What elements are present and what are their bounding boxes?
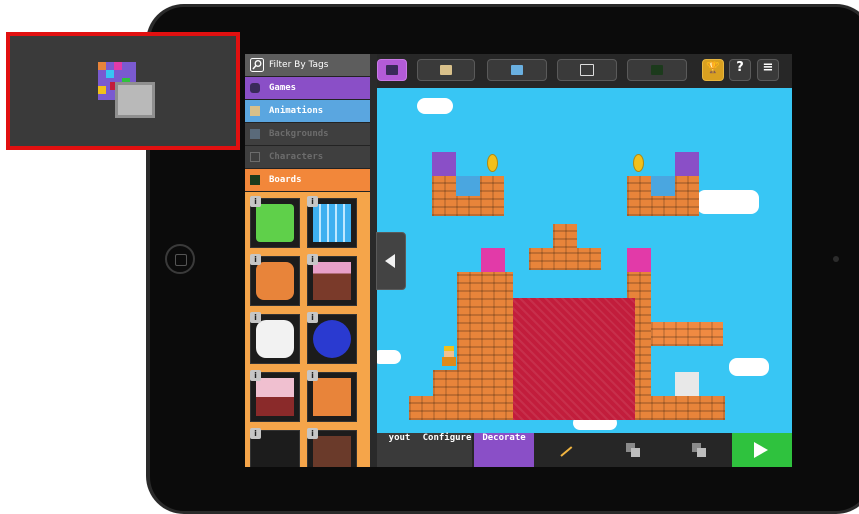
help-button[interactable]: ? [729,59,751,81]
category-label: Games [269,83,297,93]
category-label: Backgrounds [269,129,329,139]
search-icon [250,58,264,72]
category-boards[interactable]: Boards [245,169,370,191]
info-icon[interactable]: i [250,196,261,207]
board-tile[interactable]: i [307,312,357,364]
landscape-icon [511,65,523,75]
pink-block [481,248,505,272]
brick-floor [409,396,513,420]
animations-tool-button[interactable] [417,59,475,81]
filter-label: Filter By Tags [269,60,329,70]
coin [633,154,644,172]
front-camera [833,256,839,262]
board-tile[interactable]: i [307,370,357,422]
collapse-sidebar-button[interactable] [376,232,406,290]
characters-tool-button[interactable] [557,59,617,81]
character-icon [580,64,594,76]
pencil-tool-button[interactable] [534,433,600,467]
cloud [377,350,401,364]
info-icon[interactable]: i [250,312,261,323]
board-tiles-grid: i i i i i i i i i i [245,192,370,467]
boards-tool-button[interactable] [627,59,687,81]
film-icon [440,65,452,75]
board-tile[interactable]: i [250,370,300,422]
category-animations[interactable]: Animations [245,100,370,122]
category-backgrounds[interactable]: Backgrounds [245,123,370,145]
info-icon[interactable]: i [307,312,318,323]
stone-block [675,372,699,396]
home-button[interactable] [165,244,195,274]
pink-block [627,248,651,272]
player-character[interactable] [441,346,457,366]
backgrounds-tool-button[interactable] [487,59,547,81]
coin [487,154,498,172]
game-controller-icon [386,65,398,75]
info-icon[interactable]: i [307,428,318,439]
category-label: Animations [269,106,324,116]
brick-ledge [651,322,723,346]
board-tile[interactable]: i [250,312,300,364]
purple-block [675,152,699,176]
bottom-toolbar: yout Configure Decorate [377,433,792,467]
water-block [456,176,480,196]
info-icon[interactable]: i [250,370,261,381]
app-screen: Filter By Tags Games Animations Backgrou… [245,54,792,467]
board-tile[interactable]: i [307,254,357,306]
brick-platform [553,224,577,248]
info-icon[interactable]: i [307,254,318,265]
category-games[interactable]: Games [245,77,370,99]
board-tile[interactable]: i [250,196,300,248]
category-characters[interactable]: Characters [245,146,370,168]
board-tile[interactable]: i [250,428,300,467]
purple-block [432,152,456,176]
trophy-button[interactable]: 🏆 [702,59,724,81]
games-tool-button[interactable] [377,59,407,81]
zoom-callout [6,32,240,150]
water-block [651,176,675,196]
copy-tiles-icon [626,443,640,457]
cloud [697,190,759,214]
character-icon [250,152,260,162]
brick-floor [651,396,725,420]
board-tile[interactable]: i [307,428,357,467]
board-icon [250,175,260,185]
cloud [729,358,769,376]
game-board-canvas[interactable] [377,88,792,433]
play-button[interactable] [732,433,792,467]
info-icon[interactable]: i [307,370,318,381]
info-icon[interactable]: i [250,428,261,439]
play-icon [754,442,768,458]
tab-configure[interactable]: Configure [422,433,472,467]
category-label: Boards [269,175,302,185]
info-icon[interactable]: i [250,254,261,265]
cloud [417,98,453,114]
pencil-icon [560,446,573,457]
menu-button[interactable]: ≡ [757,59,779,81]
copy-tool-button[interactable] [600,433,666,467]
trophy-icon: 🏆 [706,61,720,74]
tab-decorate[interactable]: Decorate [474,433,534,467]
brick-platform [529,248,601,270]
top-toolbar: 🏆 ? ≡ [377,54,792,88]
asset-sidebar: Filter By Tags Games Animations Backgrou… [245,54,370,467]
lava-pool [513,298,635,420]
paste-tiles-icon [692,443,706,457]
filter-by-tags-button[interactable]: Filter By Tags [245,54,370,76]
game-controller-icon [250,83,260,93]
board-tile[interactable]: i [250,254,300,306]
landscape-icon [250,129,260,139]
info-icon[interactable]: i [307,196,318,207]
copy-tiles-icon [98,62,155,118]
chevron-left-icon [385,254,395,268]
board-tile[interactable]: i [307,196,357,248]
category-label: Characters [269,152,324,162]
board-icon [651,65,663,75]
tab-layout[interactable]: yout [377,433,422,467]
film-icon [250,106,260,116]
paste-tool-button[interactable] [666,433,732,467]
